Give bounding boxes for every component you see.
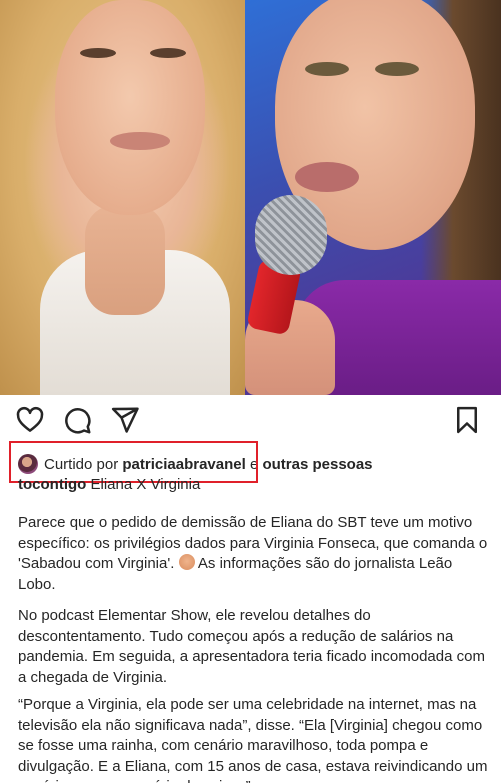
bookmark-icon[interactable] xyxy=(452,405,482,435)
send-icon[interactable] xyxy=(110,405,140,435)
face xyxy=(55,0,205,215)
eye xyxy=(150,48,186,58)
heart-icon[interactable] xyxy=(15,405,45,435)
lips xyxy=(110,132,170,150)
photo-right-woman xyxy=(245,0,501,395)
caption-paragraph: “Porque a Virginia, ela pode ser uma cel… xyxy=(18,695,488,783)
caption-title: Eliana X Virginia xyxy=(90,476,201,493)
microphone-head xyxy=(255,195,327,275)
post-photo[interactable] xyxy=(0,0,501,395)
caption-paragraph: Parece que o pedido de demissão de Elian… xyxy=(18,513,488,595)
liked-by-others[interactable]: outras pessoas xyxy=(262,456,372,473)
caption-header: tocontigo Eliana X Virginia xyxy=(18,476,200,493)
caption-paragraph: No podcast Elementar Show, ele revelou d… xyxy=(18,606,488,688)
post-actions-bar xyxy=(0,405,501,441)
neck xyxy=(85,205,165,315)
eye xyxy=(305,62,349,76)
comment-icon[interactable] xyxy=(62,405,92,435)
eye xyxy=(375,62,419,76)
photo-left-woman xyxy=(0,0,245,395)
paragraph-text: No podcast Elementar Show, ele revelou d… xyxy=(18,607,485,686)
caption-username[interactable]: tocontigo xyxy=(18,476,86,493)
face-emoji-icon xyxy=(178,554,195,570)
lips xyxy=(295,162,359,192)
eye xyxy=(80,48,116,58)
paragraph-text: “Porque a Virginia, ela pode ser uma cel… xyxy=(18,696,488,783)
